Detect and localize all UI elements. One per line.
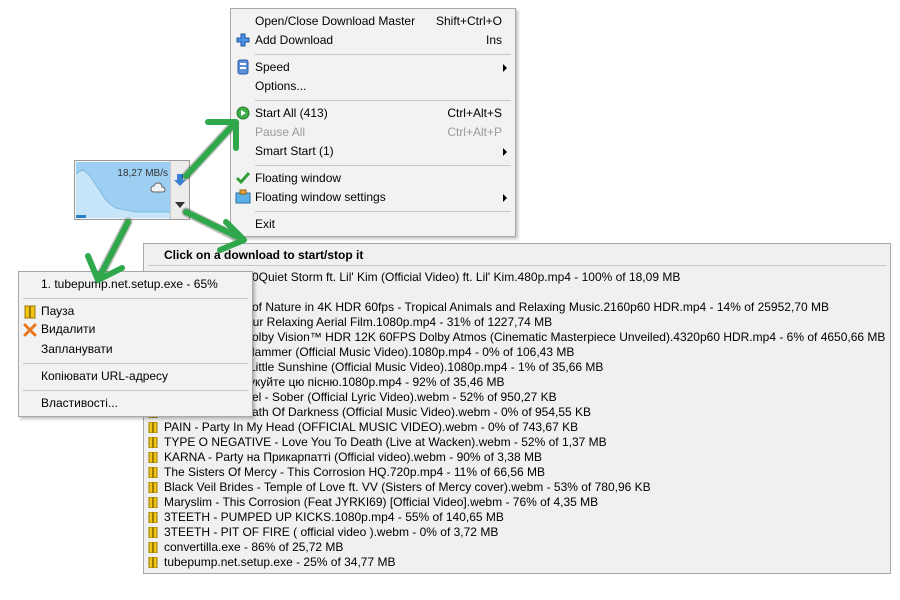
arrow-to-tray-menu — [97, 219, 131, 279]
menu-item-label: Add Download — [255, 33, 334, 47]
checkmark-icon — [235, 170, 251, 186]
submenu-arrow-icon — [503, 148, 507, 156]
menu-item-shortcut: Ins — [485, 33, 502, 47]
menu-item-delete[interactable]: Видалити — [19, 321, 252, 339]
divider — [255, 211, 511, 212]
tray-context-menu: Open/Close Download Master Shift+Ctrl+O … — [230, 8, 516, 237]
pause-icon — [148, 421, 158, 434]
menu-item-label: Smart Start (1) — [255, 144, 334, 158]
pause-icon — [148, 511, 158, 524]
menu-item-label: Open/Close Download Master — [255, 14, 416, 28]
menu-item-start-all[interactable]: Start All (413) Ctrl+Alt+S — [231, 104, 515, 123]
divider — [255, 165, 511, 166]
floating-window[interactable]: 18,27 MB/s — [74, 160, 190, 220]
download-row-label: 0Quiet Storm ft. Lil' Kim (Official Vide… — [252, 270, 681, 284]
menu-item-schedule[interactable]: Запланувати — [19, 341, 252, 359]
submenu-arrow-icon — [503, 194, 507, 202]
menu-item-pause[interactable]: Пауза — [19, 303, 252, 321]
speed-graph: 18,27 MB/s — [76, 162, 170, 218]
floating-window-controls — [170, 161, 189, 219]
start-all-icon — [235, 105, 251, 121]
download-row-label: Hammer (Official Music Video).1080p.mp4 … — [246, 345, 575, 359]
menu-item-shortcut: Shift+Ctrl+O — [435, 14, 502, 28]
download-row-label: 3TEETH - PUMPED UP KICKS.1080p.mp4 - 55%… — [164, 510, 504, 524]
menu-item-copy-url[interactable]: Копіювати URL-адресу — [19, 368, 252, 386]
pause-icon — [148, 496, 158, 509]
pause-icon — [148, 481, 158, 494]
menu-item-label: 1. tubepump.net.setup.exe - 65% — [41, 277, 218, 291]
download-row-label: Black Veil Brides - Temple of Love ft. V… — [164, 480, 651, 494]
menu-item-pause-all[interactable]: Pause All Ctrl+Alt+P — [231, 123, 515, 142]
arrow-to-main-menu — [183, 121, 237, 179]
menu-item-shortcut: Ctrl+Alt+S — [447, 106, 502, 120]
divider — [255, 54, 511, 55]
download-row-label: ath Of Darkness (Official Music Video).w… — [252, 405, 592, 419]
download-row-label: our Relaxing Aerial Film.1080p.mp4 - 31%… — [246, 315, 553, 329]
menu-item-floating-settings[interactable]: Floating window settings — [231, 188, 515, 207]
menu-item-exit[interactable]: Exit — [231, 215, 515, 234]
download-row-label: The Sisters Of Mercy - This Corrosion HQ… — [164, 465, 546, 479]
pause-icon — [148, 556, 158, 569]
divider — [148, 265, 886, 266]
pause-icon — [148, 451, 158, 464]
pause-icon — [148, 541, 158, 554]
speed-readout: 18,27 MB/s — [117, 168, 168, 179]
pause-icon — [148, 526, 158, 539]
menu-item-label: Властивості... — [41, 396, 118, 410]
menu-item-label: Floating window — [255, 171, 342, 185]
menu-item-label: Options... — [255, 79, 307, 93]
speed-icon — [235, 59, 251, 75]
menu-item-speed[interactable]: Speed — [231, 58, 515, 77]
download-row-label: el - Sober (Official Lyric Video).webm -… — [252, 390, 557, 404]
menu-item-label: Видалити — [41, 322, 96, 336]
menu-item-shortcut: Ctrl+Alt+P — [447, 125, 502, 139]
floating-settings-icon — [235, 189, 251, 205]
download-row-label: PAIN - Party In My Head (OFFICIAL MUSIC … — [164, 420, 579, 434]
download-arrow-icon[interactable] — [173, 173, 187, 190]
download-row-label: укуйте цю пісню.1080p.mp4 - 92% of 35,46… — [249, 375, 505, 389]
menu-item-add-download[interactable]: Add Download Ins — [231, 31, 515, 50]
menu-item-label: Exit — [255, 217, 276, 231]
divider — [23, 298, 248, 299]
download-row-label: convertilla.exe - 86% of 25,72 MB — [164, 540, 344, 554]
menu-item-label: Копіювати URL-адресу — [41, 369, 169, 383]
downloads-popup: Click on a download to start/stop it 0Qu… — [143, 243, 891, 574]
download-row-label: Little Sunshine (Official Music Video).1… — [249, 360, 604, 374]
download-row-label: 3TEETH - PIT OF FIRE ( official video ).… — [164, 525, 499, 539]
menu-item-smart-start[interactable]: Smart Start (1) — [231, 142, 515, 161]
downloads-popup-header: Click on a download to start/stop it — [164, 248, 364, 262]
chevron-down-icon[interactable] — [175, 197, 185, 211]
pause-icon — [23, 305, 37, 319]
plus-icon — [235, 32, 251, 48]
menu-item-label: Start All (413) — [255, 106, 328, 120]
download-row-label: of Nature in 4K HDR 60fps - Tropical Ani… — [252, 300, 829, 314]
pause-icon — [148, 436, 158, 449]
divider — [23, 390, 248, 391]
download-row-label: Maryslim - This Corrosion (Feat JYRKI69)… — [164, 495, 599, 509]
divider — [255, 100, 511, 101]
delete-x-icon — [23, 323, 37, 337]
menu-item-label: Pause All — [255, 125, 306, 139]
menu-item-download-title[interactable]: 1. tubepump.net.setup.exe - 65% — [19, 276, 252, 294]
menu-item-label: Запланувати — [41, 342, 113, 356]
menu-item-label: Пауза — [41, 304, 75, 318]
download-row-label: KARNA - Party на Прикарпатті (Official v… — [164, 450, 542, 464]
download-context-menu: 1. tubepump.net.setup.exe - 65% Пауза Ви… — [18, 271, 253, 417]
menu-item-options[interactable]: Options... — [231, 77, 515, 96]
submenu-arrow-icon — [503, 64, 507, 72]
menu-item-floating-window[interactable]: Floating window — [231, 169, 515, 188]
menu-item-open-close[interactable]: Open/Close Download Master Shift+Ctrl+O — [231, 12, 515, 31]
menu-item-label: Floating window settings — [255, 190, 386, 204]
download-row-label: tubepump.net.setup.exe - 25% of 34,77 MB — [164, 555, 396, 569]
download-row-label: olby Vision™ HDR 12K 60FPS Dolby Atmos (… — [252, 330, 886, 344]
download-row-label: TYPE O NEGATIVE - Love You To Death (Liv… — [164, 435, 607, 449]
divider — [23, 363, 248, 364]
pause-icon — [148, 466, 158, 479]
menu-item-properties[interactable]: Властивості... — [19, 395, 252, 413]
menu-item-label: Speed — [255, 60, 290, 74]
